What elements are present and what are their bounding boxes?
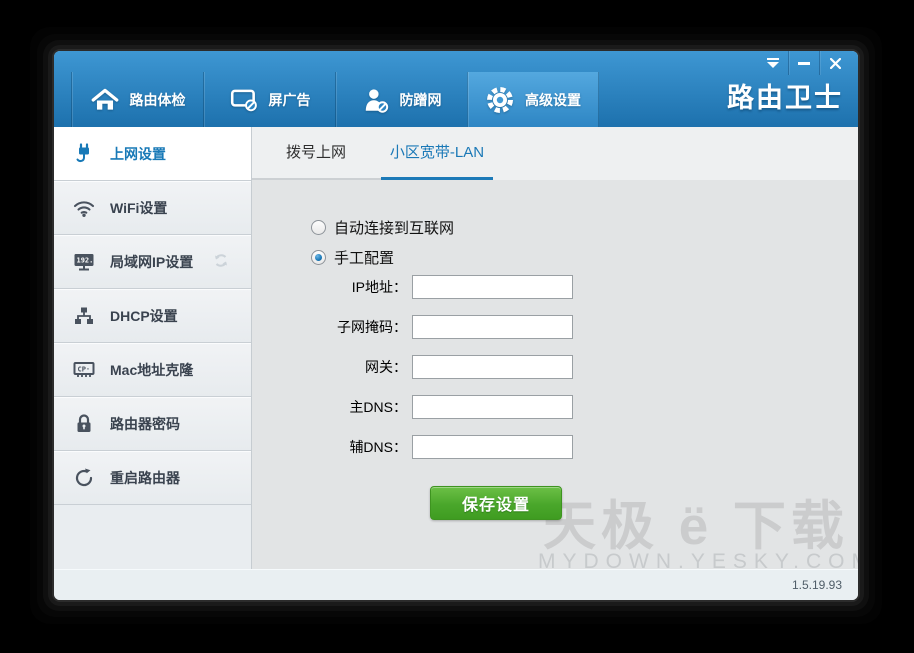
window-controls: [757, 51, 850, 75]
minimize-icon: [798, 62, 810, 65]
sidebar: 上网设置 WiFi设置 192.: [54, 127, 252, 569]
svg-text:CP·: CP·: [78, 365, 91, 373]
close-button[interactable]: [819, 51, 850, 75]
sidebar-item-label: 上网设置: [110, 144, 166, 164]
sidebar-item-label: Mac地址克隆: [110, 360, 193, 380]
field-label: 子网掩码：: [252, 317, 407, 337]
sidebar-item-label: 路由器密码: [110, 414, 180, 434]
content-pane: 拨号上网 小区宽带-LAN 天极 ë 下载 MYDOWN.YESKY.COM 自…: [252, 127, 858, 569]
tabstrip-divider: [252, 178, 381, 180]
sidebar-item-label: DHCP设置: [110, 306, 178, 326]
nav-tab-block-ads[interactable]: 屏广告: [203, 72, 335, 127]
home-icon: [90, 87, 120, 113]
wifi-icon: [72, 197, 96, 219]
sidebar-item-restart-router[interactable]: 重启路由器: [54, 451, 251, 505]
radio-label: 自动连接到互联网: [334, 217, 454, 238]
app-brand-logo: 路由卫士: [727, 76, 843, 115]
plug-icon: [72, 143, 96, 165]
nav-tab-advanced-settings[interactable]: 高级设置: [467, 72, 599, 127]
gateway-input[interactable]: [412, 355, 573, 379]
sync-icon: [213, 252, 229, 271]
nic-card-icon: CP·: [72, 359, 96, 381]
nav-tab-label: 屏广告: [269, 90, 311, 110]
field-row-gateway: 网关：: [252, 354, 573, 380]
sidebar-item-label: WiFi设置: [110, 198, 167, 218]
sidebar-item-label: 重启路由器: [110, 468, 180, 488]
sidebar-item-wifi-settings[interactable]: WiFi设置: [54, 181, 251, 235]
menu-arrow-icon: [766, 58, 780, 69]
restart-icon: [72, 467, 96, 489]
watermark-url: MYDOWN.YESKY.COM: [538, 550, 858, 569]
main-row: 上网设置 WiFi设置 192.: [54, 127, 858, 569]
close-icon: [830, 58, 841, 69]
lock-icon: [72, 413, 96, 435]
sidebar-item-dhcp-settings[interactable]: DHCP设置: [54, 289, 251, 343]
ad-block-icon: [229, 87, 259, 113]
radio-auto-connect[interactable]: 自动连接到互联网: [311, 219, 454, 235]
ip-address-input[interactable]: [412, 275, 573, 299]
nav-tab-router-checkup[interactable]: 路由体检: [71, 72, 203, 127]
nav-tab-label: 路由体检: [130, 90, 186, 110]
field-row-primary-dns: 主DNS：: [252, 394, 573, 420]
save-settings-button[interactable]: 保存设置: [430, 486, 562, 520]
field-row-secondary-dns: 辅DNS：: [252, 434, 573, 460]
radio-label: 手工配置: [334, 247, 394, 268]
field-label: 主DNS：: [252, 397, 407, 417]
active-tab-underline: [381, 177, 493, 180]
field-row-ip: IP地址：: [252, 274, 573, 300]
sidebar-item-label: 局域网IP设置: [110, 252, 193, 272]
status-bar: 1.5.19.93: [54, 569, 858, 600]
user-block-icon: [362, 87, 390, 113]
radio-manual-config[interactable]: 手工配置: [311, 249, 394, 265]
field-label: IP地址：: [252, 277, 407, 297]
nav-tab-label: 高级设置: [525, 90, 581, 110]
radio-button-icon[interactable]: [311, 250, 326, 265]
field-label: 辅DNS：: [252, 437, 407, 457]
secondary-dns-input[interactable]: [412, 435, 573, 459]
svg-text:192.: 192.: [77, 256, 94, 264]
lan-ip-icon: 192.: [72, 251, 96, 273]
radio-button-icon[interactable]: [311, 220, 326, 235]
nav-tabs: 路由体检 屏广告 防蹭网: [71, 72, 599, 127]
version-text: 1.5.19.93: [792, 578, 842, 592]
sidebar-item-lan-ip-settings[interactable]: 192. 局域网IP设置: [54, 235, 251, 289]
gear-icon: [485, 85, 515, 115]
nav-tab-label: 防蹭网: [400, 90, 442, 110]
sidebar-item-router-password[interactable]: 路由器密码: [54, 397, 251, 451]
content-tabstrip: 拨号上网 小区宽带-LAN: [252, 127, 858, 180]
field-row-subnet: 子网掩码：: [252, 314, 573, 340]
subnet-mask-input[interactable]: [412, 315, 573, 339]
tab-lan-broadband[interactable]: 小区宽带-LAN: [381, 127, 493, 177]
top-nav-bar: 路由体检 屏广告 防蹭网: [54, 51, 858, 127]
dhcp-icon: [72, 305, 96, 327]
minimize-button[interactable]: [788, 51, 819, 75]
sidebar-item-mac-clone[interactable]: CP· Mac地址克隆: [54, 343, 251, 397]
nav-tab-anti-freeload[interactable]: 防蹭网: [335, 72, 467, 127]
primary-dns-input[interactable]: [412, 395, 573, 419]
menu-button[interactable]: [757, 51, 788, 75]
sidebar-item-internet-setup[interactable]: 上网设置: [54, 127, 251, 181]
tab-dialup[interactable]: 拨号上网: [286, 127, 346, 177]
watermark-text: 天极 ë 下载: [543, 484, 849, 560]
app-window: 路由体检 屏广告 防蹭网: [54, 51, 858, 600]
field-label: 网关：: [252, 357, 407, 377]
